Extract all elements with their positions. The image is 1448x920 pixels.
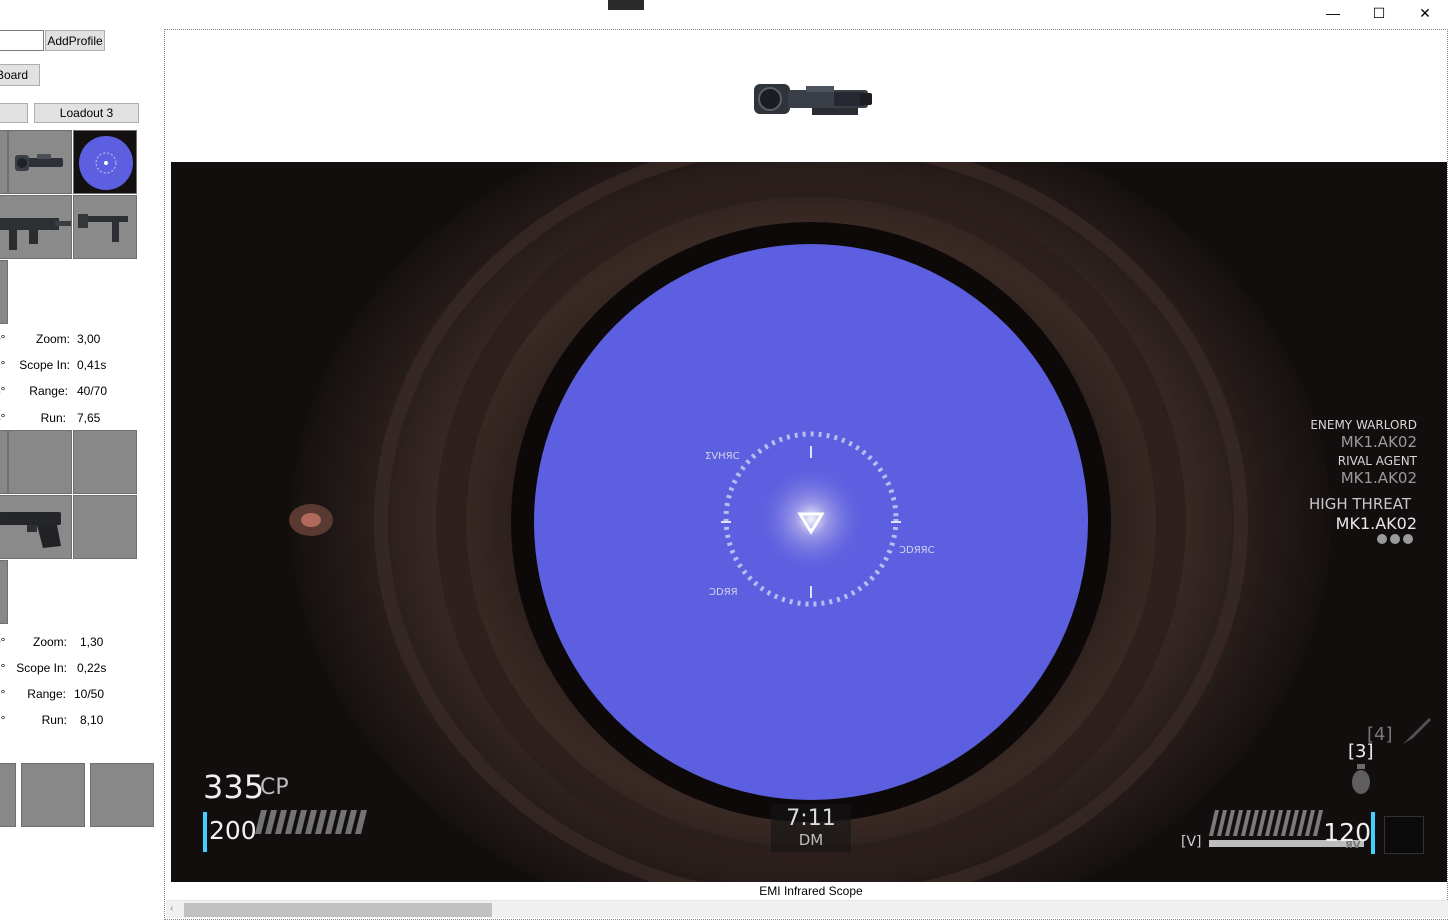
equipment-tile-3[interactable]: [90, 763, 154, 827]
killfeed-weapon-1: MK1.AK02: [1340, 433, 1417, 451]
cp-value: 335: [203, 768, 265, 806]
stat-value: 0,41s: [77, 358, 107, 372]
preview-caption: EMI Infrared Scope: [759, 884, 863, 898]
profile-name-input[interactable]: [0, 30, 44, 51]
killfeed-name-2: RIVAL AGENT: [1337, 454, 1417, 468]
stock-attachment-tile[interactable]: [73, 195, 137, 259]
maximize-button[interactable]: ☐: [1356, 0, 1402, 26]
game-mode: DM: [798, 831, 824, 849]
scope-scene: [171, 162, 1447, 882]
loadout-3-button[interactable]: Loadout 3: [34, 103, 139, 123]
killfeed-weapon-2: MK1.AK02: [1340, 469, 1417, 487]
stat-label: Scope In:: [16, 661, 67, 675]
ammo-tag: ЯV: [1345, 840, 1361, 851]
secondary-weapon-tile[interactable]: [0, 495, 72, 559]
primary-slot-tile[interactable]: [0, 130, 8, 194]
minimize-button[interactable]: —: [1310, 0, 1356, 26]
stat-label: Range:: [27, 687, 66, 701]
health-value: 200: [209, 816, 257, 845]
scope-attachment-tile[interactable]: [8, 130, 72, 194]
stat-row: 5° Range: 40/70: [0, 384, 160, 404]
stat-value: 40/70: [77, 384, 108, 398]
knife-count: [4]: [1367, 724, 1393, 745]
horizontal-scrollbar[interactable]: ‹: [166, 900, 1448, 918]
close-icon: ✕: [1419, 4, 1431, 21]
stat-label: Range:: [29, 384, 68, 398]
health-bar-icon: [255, 810, 367, 834]
equipment-tile-1[interactable]: [0, 763, 16, 827]
game-preview: ΣVHЯC ƆDЯЯC ƆDЯЯ ENEMY WARLORD MK1.AK02 …: [171, 162, 1447, 882]
stat-label: Zoom:: [32, 635, 67, 649]
board-button[interactable]: Board: [0, 64, 40, 86]
stock-icon: [74, 196, 136, 258]
secondary-attachment-tile-2[interactable]: [73, 430, 137, 494]
cp-unit: CP: [260, 775, 289, 800]
stat-label: Run:: [41, 713, 67, 727]
primary-extra-tile[interactable]: [0, 260, 8, 324]
reticle-label-tl: ΣVHЯC: [705, 451, 740, 462]
stat-label: Zoom:: [35, 332, 70, 346]
scroll-left-icon[interactable]: ‹: [170, 903, 173, 914]
stat-row: 0° Zoom: 3,00: [0, 332, 160, 352]
add-profile-button[interactable]: AddProfile: [45, 30, 105, 51]
scope-thumbnail-icon: [9, 131, 71, 193]
swap-key-hint: [V]: [1181, 834, 1202, 850]
secondary-extra-tile[interactable]: [0, 560, 8, 624]
titlebar-grip[interactable]: [608, 0, 644, 10]
killfeed-weapon-3: MK1.AK02: [1335, 514, 1417, 533]
health-accent: [203, 812, 207, 852]
secondary-slot-tile[interactable]: [0, 430, 8, 494]
stat-value: 3,00: [77, 332, 101, 346]
maximize-icon: ☐: [1372, 4, 1386, 21]
reticle-label-bl: ƆDЯЯ: [709, 587, 738, 598]
match-timer: 7:11: [786, 806, 836, 831]
stat-label: Scope In:: [19, 358, 70, 372]
stat-value: 8,10: [80, 713, 104, 727]
smg-icon: [0, 196, 71, 258]
stat-row: 5° Scope In: 0,22s: [0, 661, 160, 681]
stat-row: 2° Run: 8,10: [0, 713, 160, 733]
knife-icon: [1403, 718, 1431, 744]
stat-row: 4° Run: 7,65: [0, 411, 160, 431]
reticle-label-br: ƆDЯЯC: [899, 545, 935, 556]
stat-value: 10/50: [74, 687, 105, 701]
stat-row: 0° Zoom: 1,30: [0, 635, 160, 655]
killfeed-name-3: HIGH THREAT: [1309, 495, 1411, 513]
scope-view-tile[interactable]: [73, 130, 137, 194]
ammo-count: 120: [1323, 818, 1371, 847]
equipment-tile-2[interactable]: [21, 763, 85, 827]
close-button[interactable]: ✕: [1402, 0, 1448, 26]
stat-value: 1,30: [80, 635, 104, 649]
equipment-slot-box: [1384, 816, 1424, 854]
stat-value: 0,22s: [77, 661, 107, 675]
scope-image-icon: [754, 84, 872, 115]
minimize-icon: —: [1326, 5, 1340, 21]
primary-weapon-tile[interactable]: [0, 195, 72, 259]
loadout-2-button[interactable]: 2: [0, 103, 28, 123]
killfeed-name-1: ENEMY WARLORD: [1310, 418, 1417, 432]
scope-reticle-thumb-icon: [74, 131, 136, 193]
stat-row: 9° Scope In: 0,41s: [0, 358, 160, 378]
secondary-attachment-tile-3[interactable]: [73, 495, 137, 559]
stat-value: 7,65: [77, 411, 101, 425]
pistol-icon: [0, 496, 71, 558]
scrollbar-thumb[interactable]: [184, 903, 492, 917]
skull-streak-icon: [1377, 534, 1413, 544]
secondary-attachment-tile-1[interactable]: [8, 430, 72, 494]
ammo-accent: [1371, 812, 1375, 854]
stat-row: 7° Range: 10/50: [0, 687, 160, 707]
stat-label: Run:: [40, 411, 66, 425]
grenade-icon: [1352, 764, 1370, 794]
